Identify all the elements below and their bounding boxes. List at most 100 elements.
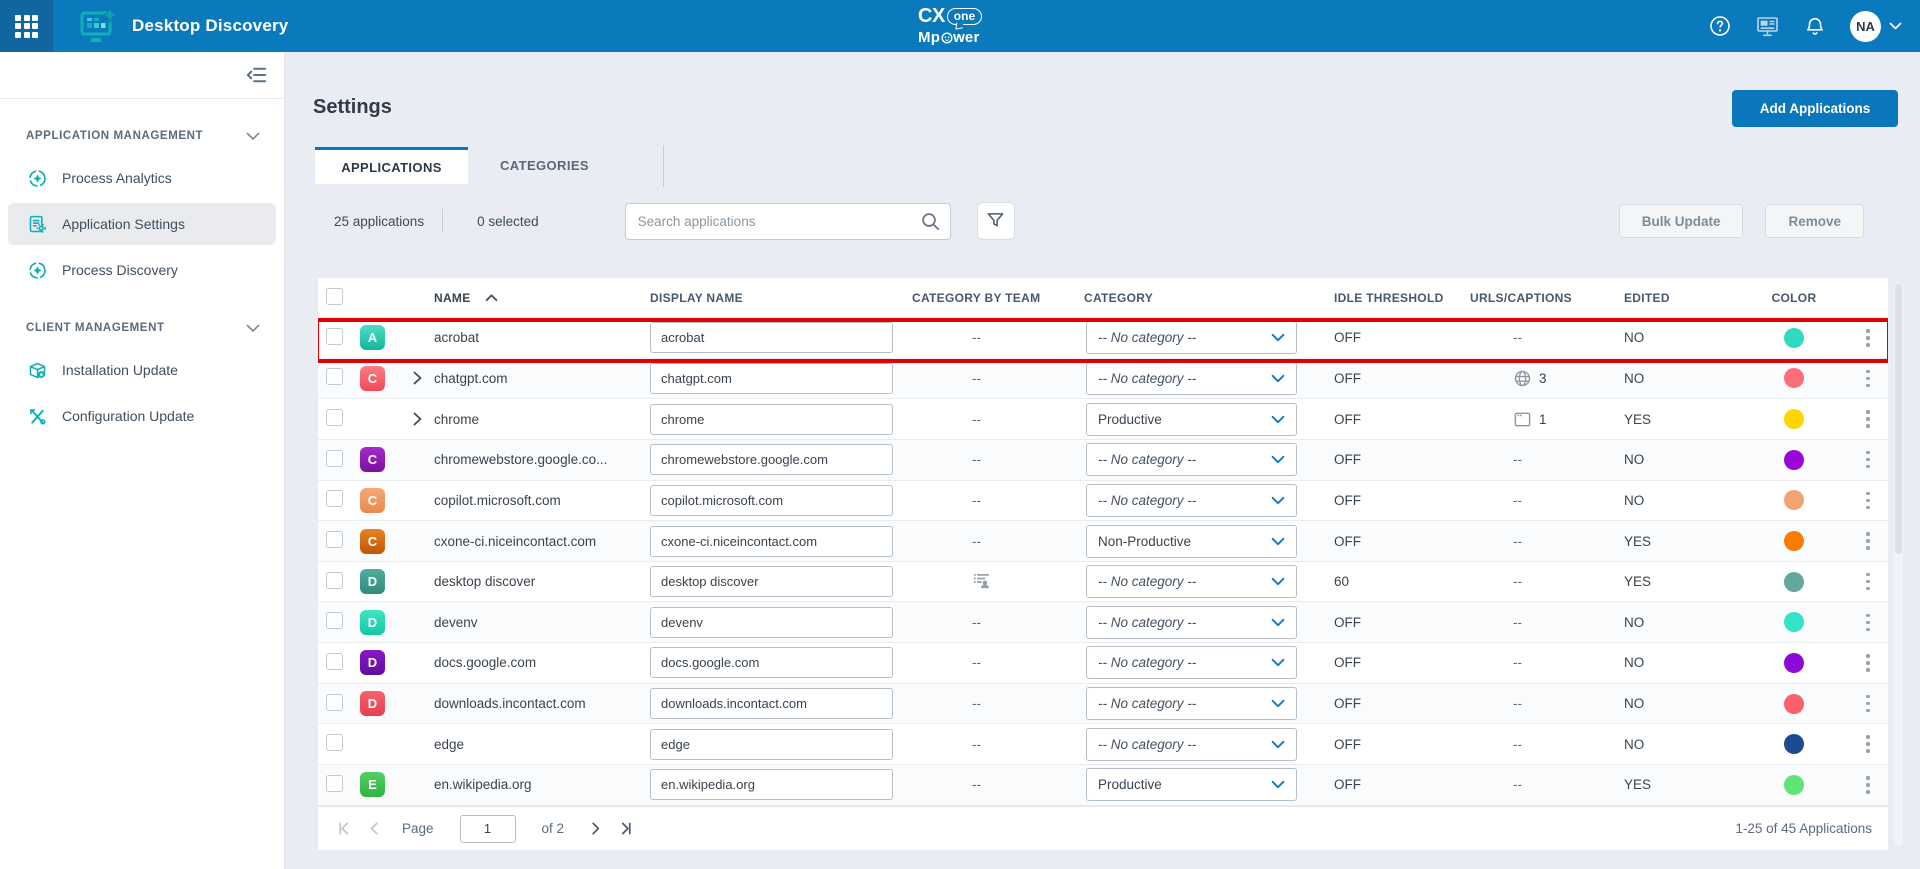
collapse-sidebar-icon[interactable] (245, 65, 268, 85)
category-select[interactable]: Productive (1086, 403, 1297, 436)
row-menu-icon[interactable] (1848, 406, 1888, 432)
category-select[interactable]: -- No category -- (1086, 362, 1297, 395)
row-checkbox[interactable] (326, 612, 343, 629)
screen-share-icon[interactable] (1755, 14, 1780, 38)
app-name: chromewebstore.google.co... (430, 452, 646, 467)
notifications-bell-icon[interactable] (1804, 15, 1826, 37)
display-name-input[interactable] (650, 607, 893, 638)
row-menu-icon[interactable] (1848, 772, 1888, 798)
display-name-input[interactable] (650, 769, 893, 800)
row-menu-icon[interactable] (1848, 569, 1888, 595)
avatar[interactable]: NA (1850, 11, 1881, 42)
expand-row-icon[interactable] (404, 371, 430, 385)
category-select[interactable]: -- No category -- (1086, 646, 1297, 679)
category-select[interactable]: Non-Productive (1086, 525, 1297, 558)
first-page-icon[interactable] (336, 821, 352, 836)
color-dot[interactable] (1784, 572, 1804, 592)
display-name-input[interactable] (650, 444, 893, 475)
category-select[interactable]: -- No category -- (1086, 565, 1297, 598)
row-checkbox[interactable] (326, 734, 343, 751)
color-dot[interactable] (1784, 612, 1804, 632)
row-checkbox[interactable] (326, 490, 343, 507)
row-menu-icon[interactable] (1848, 691, 1888, 717)
table-scrollbar[interactable] (1894, 282, 1903, 846)
color-dot[interactable] (1784, 734, 1804, 754)
row-checkbox[interactable] (326, 368, 343, 385)
row-checkbox[interactable] (326, 572, 343, 589)
row-menu-icon[interactable] (1848, 731, 1888, 757)
bulk-update-button[interactable]: Bulk Update (1619, 204, 1744, 238)
sidebar-section-header[interactable]: APPLICATION MANAGEMENT (0, 125, 284, 147)
display-name-input[interactable] (650, 647, 893, 678)
row-menu-icon[interactable] (1848, 325, 1888, 351)
category-select[interactable]: -- No category -- (1086, 687, 1297, 720)
row-menu-icon[interactable] (1848, 650, 1888, 676)
row-menu-icon[interactable] (1848, 488, 1888, 514)
display-name-input[interactable] (650, 566, 893, 597)
filter-button[interactable] (977, 202, 1015, 240)
previous-page-icon[interactable] (368, 821, 380, 836)
row-checkbox[interactable] (326, 328, 343, 345)
row-checkbox[interactable] (326, 775, 343, 792)
sidebar-item-installation-update[interactable]: Installation Update (8, 349, 276, 391)
display-name-input[interactable] (650, 526, 893, 557)
column-header-name[interactable]: NAME (430, 291, 646, 305)
search-input[interactable] (625, 203, 951, 240)
row-checkbox[interactable] (326, 450, 343, 467)
display-name-input[interactable] (650, 404, 893, 435)
sidebar-section-header[interactable]: CLIENT MANAGEMENT (0, 317, 284, 339)
category-select[interactable]: Productive (1086, 768, 1297, 801)
display-name-input[interactable] (650, 322, 893, 353)
display-name-input[interactable] (650, 485, 893, 516)
category-select[interactable]: -- No category -- (1086, 443, 1297, 476)
color-dot[interactable] (1784, 450, 1804, 470)
color-dot[interactable] (1784, 653, 1804, 673)
next-page-icon[interactable] (590, 821, 602, 836)
color-dot[interactable] (1784, 775, 1804, 795)
sidebar-item-process-discovery[interactable]: Process Discovery (8, 249, 276, 291)
color-dot[interactable] (1784, 409, 1804, 429)
tab-applications[interactable]: APPLICATIONS (315, 147, 468, 184)
color-dot[interactable] (1784, 531, 1804, 551)
row-menu-icon[interactable] (1848, 610, 1888, 636)
select-all-checkbox[interactable] (326, 288, 343, 305)
display-name-input[interactable] (650, 688, 893, 719)
color-dot[interactable] (1784, 694, 1804, 714)
tab-divider (663, 145, 664, 187)
window-icon (1513, 410, 1532, 429)
row-menu-icon[interactable] (1848, 528, 1888, 554)
row-checkbox[interactable] (326, 531, 343, 548)
tab-categories[interactable]: CATEGORIES (468, 147, 621, 184)
row-checkbox[interactable] (326, 694, 343, 711)
color-dot[interactable] (1784, 328, 1804, 348)
help-icon[interactable] (1709, 15, 1731, 37)
chevron-down-icon (1271, 618, 1285, 627)
row-menu-icon[interactable] (1848, 366, 1888, 392)
remove-button[interactable]: Remove (1765, 204, 1864, 238)
row-checkbox[interactable] (326, 653, 343, 670)
row-menu-icon[interactable] (1848, 447, 1888, 473)
display-name-input[interactable] (650, 363, 893, 394)
category-select[interactable]: -- No category -- (1086, 606, 1297, 639)
add-applications-button[interactable]: Add Applications (1732, 90, 1898, 127)
color-dot[interactable] (1784, 490, 1804, 510)
row-checkbox[interactable] (326, 409, 343, 426)
category-select[interactable]: -- No category -- (1086, 484, 1297, 517)
user-menu[interactable]: NA (1850, 11, 1902, 42)
category-value: -- No category -- (1098, 696, 1196, 711)
display-name-input[interactable] (650, 729, 893, 760)
sidebar-item-process-analytics[interactable]: Process Analytics (8, 157, 276, 199)
page-number-input[interactable] (460, 815, 516, 843)
edited-value: NO (1610, 655, 1740, 670)
last-page-icon[interactable] (618, 821, 634, 836)
expand-row-icon[interactable] (404, 412, 430, 426)
category-select[interactable]: -- No category -- (1086, 728, 1297, 761)
sidebar-item-application-settings[interactable]: Application Settings (8, 203, 276, 245)
edited-value: NO (1610, 615, 1740, 630)
category-select[interactable]: -- No category -- (1086, 321, 1297, 354)
sidebar-item-configuration-update[interactable]: Configuration Update (8, 395, 276, 437)
color-dot[interactable] (1784, 368, 1804, 388)
search-icon[interactable] (921, 212, 940, 236)
urls-captions-cell: -- (1458, 534, 1610, 549)
app-launcher-button[interactable] (0, 0, 53, 52)
